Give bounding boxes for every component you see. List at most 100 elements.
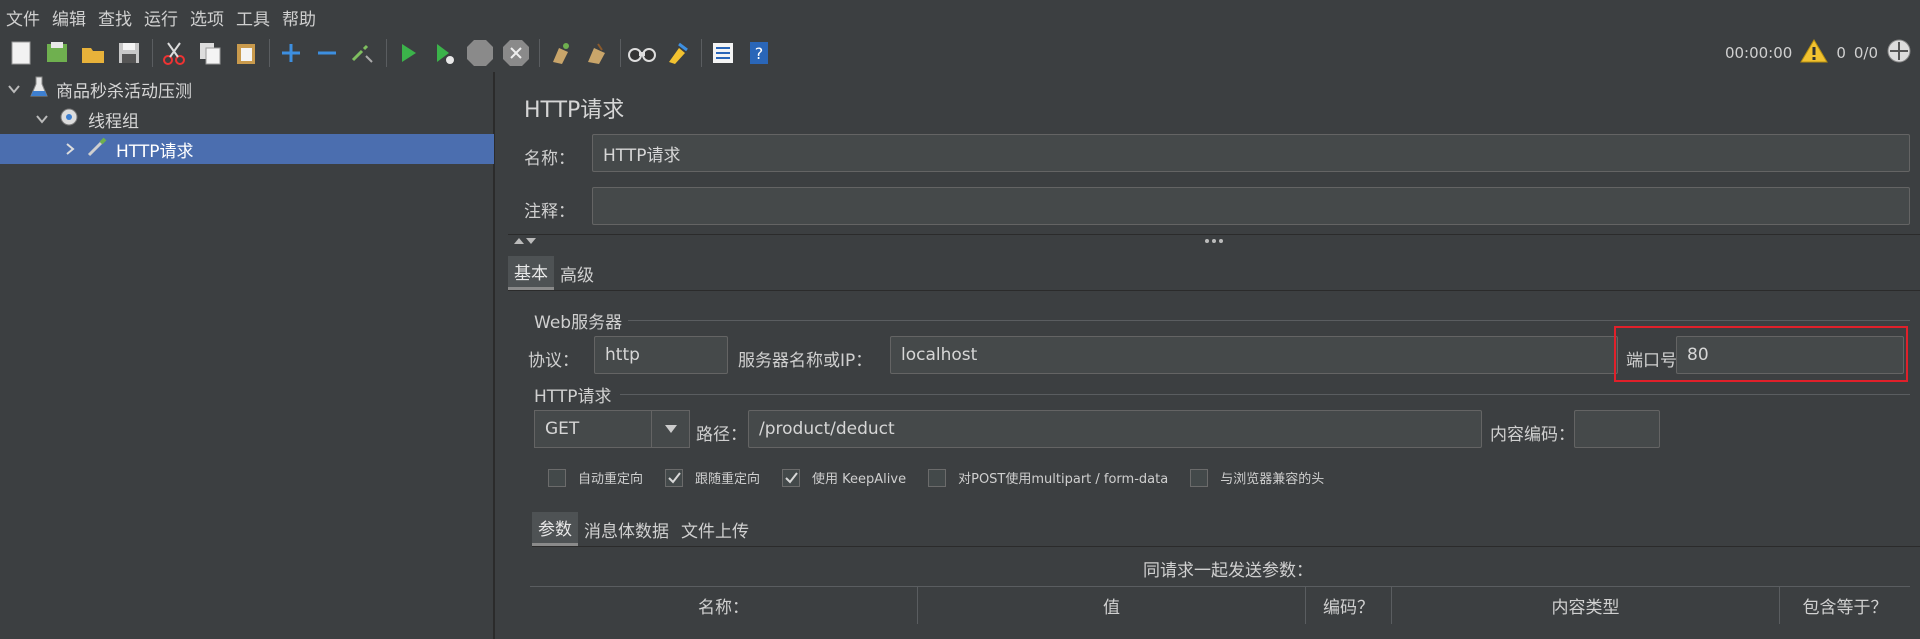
cut-icon[interactable]	[159, 38, 189, 68]
toggle-icon[interactable]	[348, 38, 378, 68]
tree-label-thread-group: 线程组	[88, 111, 139, 132]
group-divider	[620, 394, 1910, 395]
start-icon[interactable]	[393, 38, 423, 68]
menu-options[interactable]: 选项	[190, 5, 224, 30]
web-server-group-title: Web服务器	[534, 313, 623, 333]
toolbar-separator	[539, 39, 540, 67]
templates-icon[interactable]	[42, 38, 72, 68]
checkbox-keepalive[interactable]	[782, 468, 801, 487]
tab-divider	[508, 290, 1920, 291]
option-browser-headers[interactable]: 与浏览器兼容的头	[1190, 468, 1324, 487]
remote-icon[interactable]	[1886, 38, 1912, 68]
option-label: 与浏览器兼容的头	[1220, 472, 1325, 487]
menu-file[interactable]: 文件	[6, 5, 40, 30]
tab-file-upload[interactable]: 文件上传	[675, 512, 755, 546]
drag-handle-icon[interactable]	[1203, 237, 1225, 245]
params-caption: 同请求一起发送参数：	[1143, 561, 1313, 581]
encoding-label: 内容编码：	[1490, 425, 1575, 445]
split-pane-divider[interactable]	[494, 72, 502, 639]
splitter[interactable]	[508, 234, 1920, 246]
new-icon[interactable]	[6, 38, 36, 68]
protocol-field[interactable]: http	[594, 336, 728, 374]
copy-icon[interactable]	[195, 38, 225, 68]
reset-search-icon[interactable]	[663, 38, 693, 68]
tree-label-test-plan: 商品秒杀活动压测	[56, 81, 192, 102]
tab-basic[interactable]: 基本	[508, 256, 554, 290]
active-threads: 0/0	[1853, 44, 1878, 62]
group-divider	[628, 320, 1910, 321]
toolbar-separator	[152, 39, 153, 67]
dropdown-arrow-icon[interactable]	[651, 411, 689, 447]
column-header-encode[interactable]: 编码？	[1306, 587, 1392, 624]
menu-tools[interactable]: 工具	[236, 5, 270, 30]
menu-run[interactable]: 运行	[144, 5, 178, 30]
config-tabs: 基本 高级	[508, 256, 600, 290]
start-no-pause-icon[interactable]	[429, 38, 459, 68]
tree-node-thread-group[interactable]: 线程组	[0, 104, 494, 134]
tree-node-test-plan[interactable]: 商品秒杀活动压测	[0, 74, 494, 104]
column-header-content-type[interactable]: 内容类型	[1392, 587, 1780, 624]
method-select[interactable]: GET	[534, 410, 690, 448]
option-auto-redirect[interactable]: 自动重定向	[548, 468, 643, 487]
stop-icon[interactable]	[465, 38, 495, 68]
chevron-down-icon[interactable]	[34, 111, 50, 127]
checkbox-multipart[interactable]	[928, 468, 947, 487]
chevron-down-icon[interactable]	[6, 81, 22, 97]
menu-search[interactable]: 查找	[98, 5, 132, 30]
check-icon	[785, 471, 798, 484]
clear-all-icon[interactable]	[582, 38, 612, 68]
shutdown-icon[interactable]	[501, 38, 531, 68]
http-request-group-title: HTTP请求	[534, 387, 612, 407]
flask-icon	[30, 76, 48, 103]
collapse-icon[interactable]	[312, 38, 342, 68]
page-title: HTTP请求	[524, 98, 625, 123]
tab-advanced[interactable]: 高级	[554, 256, 600, 290]
tree-node-http-request[interactable]: HTTP请求	[0, 134, 494, 164]
search-icon[interactable]	[627, 38, 657, 68]
help-icon[interactable]: ?	[744, 38, 774, 68]
encoding-field[interactable]	[1574, 410, 1660, 448]
toolbar: ? 00:00:00 0 0/0	[0, 34, 1920, 72]
tab-parameters[interactable]: 参数	[532, 512, 578, 546]
option-label: 使用 KeepAlive	[812, 472, 907, 487]
warning-count: 0	[1836, 44, 1846, 62]
function-helper-icon[interactable]	[708, 38, 738, 68]
option-follow-redirects[interactable]: 跟随重定向	[665, 468, 760, 487]
port-field[interactable]: 80	[1676, 336, 1904, 374]
collapse-arrows-icon[interactable]	[512, 236, 538, 246]
svg-text:?: ?	[755, 44, 764, 63]
body-tabs: 参数 消息体数据 文件上传	[532, 512, 755, 546]
pipette-icon	[86, 136, 108, 163]
column-header-include-equals[interactable]: 包含等于？	[1780, 587, 1910, 624]
option-label: 对POST使用multipart / form-data	[958, 472, 1169, 487]
chevron-right-icon[interactable]	[62, 141, 78, 157]
menu-bar: 文件 编辑 查找 运行 选项 工具 帮助	[0, 0, 1920, 34]
toolbar-separator	[386, 39, 387, 67]
column-header-value[interactable]: 值	[918, 587, 1306, 624]
gear-icon	[58, 106, 80, 133]
warning-icon[interactable]	[1800, 38, 1829, 68]
checkbox-follow-redirects[interactable]	[665, 468, 684, 487]
menu-edit[interactable]: 编辑	[52, 5, 86, 30]
open-icon[interactable]	[78, 38, 108, 68]
options-row: 自动重定向 跟随重定向 使用 KeepAlive 对POST使用multipar…	[548, 468, 1346, 487]
server-label: 服务器名称或IP：	[738, 351, 873, 371]
option-multipart[interactable]: 对POST使用multipart / form-data	[928, 468, 1168, 487]
column-header-name[interactable]: 名称：	[530, 587, 918, 624]
server-field[interactable]: localhost	[890, 336, 1618, 374]
checkbox-auto-redirect[interactable]	[548, 468, 566, 487]
comment-field[interactable]	[592, 187, 1910, 225]
option-keepalive[interactable]: 使用 KeepAlive	[782, 468, 906, 487]
save-icon[interactable]	[114, 38, 144, 68]
menu-help[interactable]: 帮助	[282, 5, 316, 30]
path-field[interactable]: /product/deduct	[748, 410, 1482, 448]
clear-icon[interactable]	[546, 38, 576, 68]
checkbox-browser-headers[interactable]	[1190, 468, 1209, 487]
path-label: 路径：	[696, 425, 747, 445]
tab-body-data[interactable]: 消息体数据	[578, 512, 675, 546]
expand-icon[interactable]	[276, 38, 306, 68]
paste-icon[interactable]	[231, 38, 261, 68]
name-field[interactable]: HTTP请求	[592, 134, 1910, 172]
status-area: 00:00:00 0 0/0	[1725, 34, 1912, 72]
elapsed-timer: 00:00:00	[1724, 44, 1793, 62]
